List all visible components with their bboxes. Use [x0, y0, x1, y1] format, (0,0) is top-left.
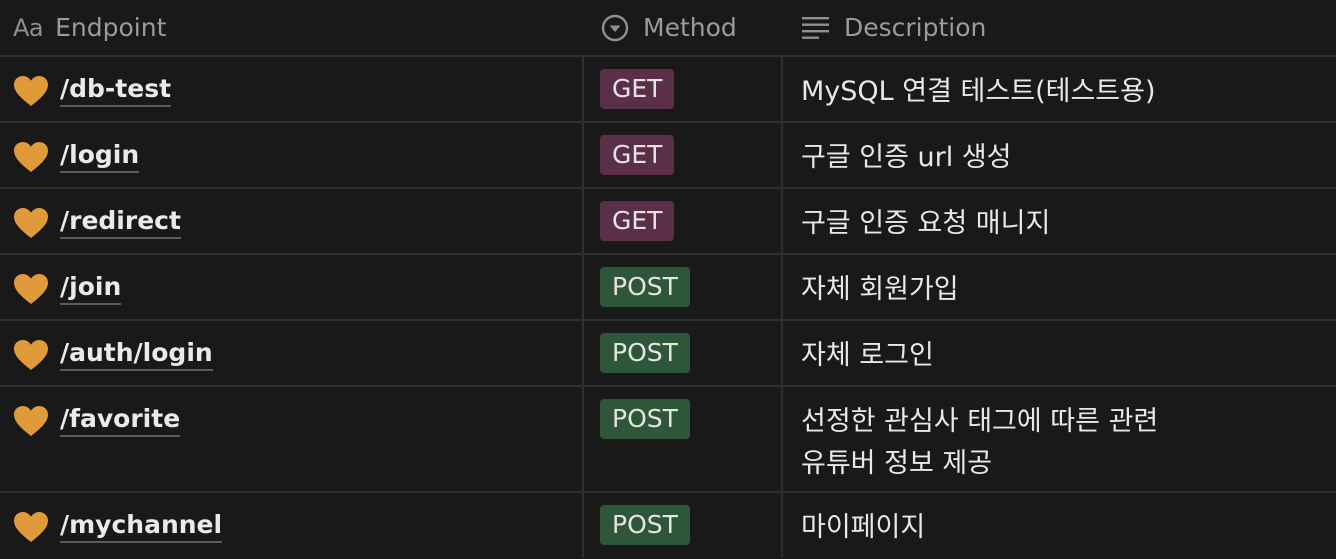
- endpoint-cell[interactable]: /redirect: [13, 206, 181, 239]
- description-cell[interactable]: 마이페이지: [801, 507, 1321, 549]
- column-divider: [582, 55, 584, 558]
- description-text-line2: 유튜버 정보 제공: [801, 448, 993, 479]
- endpoint-cell[interactable]: /login: [13, 140, 140, 173]
- method-cell[interactable]: GET: [600, 69, 675, 109]
- description-text: 자체 회원가입: [801, 274, 959, 305]
- text-property-icon: Aa: [13, 13, 44, 42]
- endpoint-cell[interactable]: /db-test: [13, 74, 172, 107]
- method-badge: GET: [600, 201, 675, 241]
- orange-heart-icon: [14, 75, 48, 106]
- description-text: 자체 로그인: [801, 340, 934, 371]
- column-header-endpoint[interactable]: Aa Endpoint: [13, 0, 166, 55]
- orange-heart-icon: [14, 511, 48, 542]
- table-row[interactable]: /join POST 자체 회원가입: [0, 255, 1336, 321]
- endpoint-cell[interactable]: /mychannel: [13, 510, 223, 543]
- method-badge: POST: [600, 505, 690, 545]
- endpoint-link[interactable]: /join: [60, 272, 122, 305]
- table-row[interactable]: /redirect GET 구글 인증 요청 매니지: [0, 189, 1336, 255]
- endpoint-link[interactable]: /favorite: [60, 404, 181, 437]
- table-row[interactable]: /mychannel POST 마이페이지: [0, 493, 1336, 559]
- description-cell[interactable]: 구글 인증 요청 매니지: [801, 203, 1321, 245]
- method-cell[interactable]: GET: [600, 135, 675, 175]
- method-badge: POST: [600, 267, 690, 307]
- column-header-method-label: Method: [643, 13, 737, 42]
- column-header-endpoint-label: Endpoint: [55, 13, 167, 42]
- orange-heart-icon: [14, 405, 48, 436]
- api-endpoint-table: Aa Endpoint Method Description /db-test …: [0, 0, 1336, 559]
- method-badge: POST: [600, 399, 690, 439]
- description-text: 구글 인증 url 생성: [801, 142, 1012, 173]
- table-row[interactable]: /login GET 구글 인증 url 생성: [0, 123, 1336, 189]
- method-cell[interactable]: GET: [600, 201, 675, 241]
- endpoint-link[interactable]: /auth/login: [60, 338, 213, 371]
- description-cell[interactable]: 자체 로그인: [801, 335, 1321, 377]
- description-text: 선정한 관심사 태그에 따른 관련: [801, 406, 1159, 437]
- description-cell[interactable]: 선정한 관심사 태그에 따른 관련 유튜버 정보 제공: [801, 401, 1321, 485]
- orange-heart-icon: [14, 339, 48, 370]
- description-cell[interactable]: MySQL 연결 테스트(테스트용): [801, 71, 1321, 113]
- description-text: 마이페이지: [801, 512, 926, 543]
- method-cell[interactable]: POST: [600, 267, 690, 307]
- endpoint-cell[interactable]: /favorite: [13, 404, 181, 437]
- column-header-description-label: Description: [844, 13, 987, 42]
- endpoint-link[interactable]: /redirect: [60, 206, 181, 239]
- description-text: 구글 인증 요청 매니지: [801, 208, 1051, 239]
- description-cell[interactable]: 구글 인증 url 생성: [801, 137, 1321, 179]
- orange-heart-icon: [14, 141, 48, 172]
- orange-heart-icon: [14, 273, 48, 304]
- method-badge: GET: [600, 135, 675, 175]
- table-row[interactable]: /favorite POST 선정한 관심사 태그에 따른 관련 유튜버 정보 …: [0, 387, 1336, 493]
- column-divider: [781, 55, 783, 558]
- method-badge: GET: [600, 69, 675, 109]
- endpoint-link[interactable]: /db-test: [60, 74, 172, 107]
- method-cell[interactable]: POST: [600, 399, 690, 439]
- endpoint-link[interactable]: /login: [60, 140, 140, 173]
- description-cell[interactable]: 자체 회원가입: [801, 269, 1321, 311]
- table-header: Aa Endpoint Method Description: [0, 0, 1336, 57]
- method-cell[interactable]: POST: [600, 333, 690, 373]
- text-lines-icon: [801, 15, 831, 41]
- method-badge: POST: [600, 333, 690, 373]
- endpoint-link[interactable]: /mychannel: [60, 510, 223, 543]
- column-header-description[interactable]: Description: [801, 0, 986, 55]
- column-header-method[interactable]: Method: [600, 0, 737, 55]
- orange-heart-icon: [14, 207, 48, 238]
- table-row[interactable]: /auth/login POST 자체 로그인: [0, 321, 1336, 387]
- description-text: MySQL 연결 테스트(테스트용): [801, 76, 1156, 107]
- method-cell[interactable]: POST: [600, 505, 690, 545]
- endpoint-cell[interactable]: /auth/login: [13, 338, 213, 371]
- table-row[interactable]: /db-test GET MySQL 연결 테스트(테스트용): [0, 57, 1336, 123]
- select-property-icon: [600, 13, 630, 43]
- endpoint-cell[interactable]: /join: [13, 272, 122, 305]
